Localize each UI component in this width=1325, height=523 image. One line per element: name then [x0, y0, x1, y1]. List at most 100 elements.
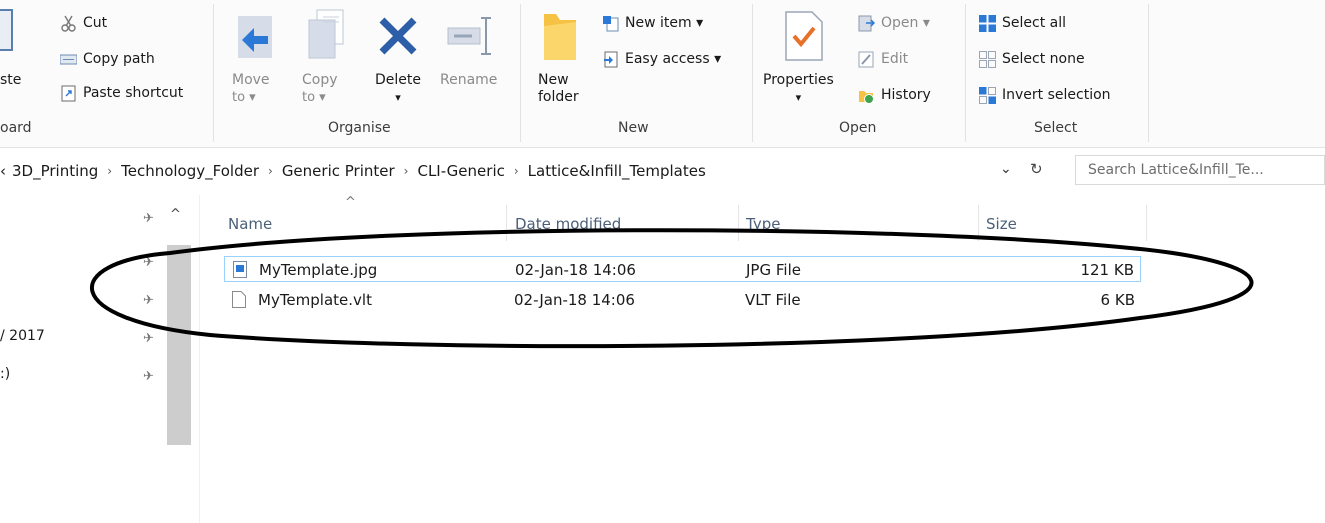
history-button[interactable]: History	[858, 84, 931, 106]
properties-icon[interactable]	[784, 10, 824, 62]
search-input[interactable]	[1075, 155, 1325, 185]
column-divider[interactable]	[738, 205, 739, 241]
new-item-icon	[602, 15, 619, 32]
new-item-button[interactable]: New item ▾	[602, 12, 703, 34]
breadcrumb-separator[interactable]: ›	[268, 164, 273, 178]
column-header-name[interactable]: Name	[228, 215, 272, 233]
select-none-label: Select none	[1002, 51, 1085, 67]
breadcrumb-item-cli-generic[interactable]: CLI-Generic	[417, 162, 504, 180]
properties-arrow: ▾	[795, 91, 802, 104]
nav-item[interactable]: :)	[0, 366, 10, 382]
easy-access-button[interactable]: Easy access ▾	[602, 48, 721, 70]
separator	[213, 4, 214, 142]
file-name: MyTemplate.jpg	[259, 261, 378, 279]
ribbon: ste Cut Copy path Paste shortcut oard Mo…	[0, 0, 1325, 148]
copy-to-label: Copy	[302, 72, 338, 88]
pin-icon[interactable]: ✈	[143, 293, 154, 308]
breadcrumb-item-3d-printing[interactable]: 3D_Printing	[12, 162, 98, 180]
paste-shortcut-icon	[60, 85, 77, 102]
folder-icon[interactable]	[538, 8, 582, 64]
edit-button[interactable]: Edit	[858, 48, 908, 70]
file-size: 6 KB	[1100, 291, 1135, 309]
copy-path-label: Copy path	[83, 51, 155, 67]
delete-label: Delete	[375, 72, 421, 88]
image-file-icon	[233, 261, 247, 278]
pin-icon[interactable]: ✈	[143, 255, 154, 270]
column-divider[interactable]	[506, 205, 507, 241]
column-header-type[interactable]: Type	[746, 215, 780, 233]
move-to-icon[interactable]	[234, 14, 278, 60]
select-all-icon	[979, 14, 996, 32]
easy-access-icon	[602, 51, 619, 68]
paste-shortcut-button[interactable]: Paste shortcut	[60, 82, 183, 104]
nav-item[interactable]: / 2017	[0, 328, 45, 344]
properties-label: Properties	[763, 72, 834, 88]
select-none-button[interactable]: Select none	[979, 48, 1085, 70]
breadcrumb-item-technology-folder[interactable]: Technology_Folder	[121, 162, 259, 180]
delete-button[interactable]: Delete ▾	[375, 72, 421, 106]
breadcrumb-separator[interactable]: ›	[107, 164, 112, 178]
delete-arrow: ▾	[395, 91, 401, 104]
file-type: VLT File	[745, 291, 801, 309]
cut-button[interactable]: Cut	[60, 12, 107, 34]
copy-to-icon[interactable]	[305, 8, 349, 60]
rename-button[interactable]: Rename	[440, 72, 497, 89]
pin-icon[interactable]: ✈	[143, 331, 154, 346]
column-header-size[interactable]: Size	[986, 215, 1017, 233]
open-group-label: Open	[839, 120, 877, 136]
blank-file-icon	[232, 291, 246, 308]
history-icon	[858, 87, 875, 104]
breadcrumb: ‹ 3D_Printing › Technology_Folder › Gene…	[0, 162, 706, 180]
paste-shortcut-label: Paste shortcut	[83, 85, 184, 101]
select-all-button[interactable]: Select all	[979, 12, 1066, 34]
file-row[interactable]: MyTemplate.vlt 02-Jan-18 14:06 VLT File …	[224, 287, 1141, 313]
invert-selection-label: Invert selection	[1002, 87, 1111, 103]
navigation-pane: ^ ✈ ✈ ✈ ✈ ✈ / 2017 :)	[0, 195, 200, 523]
paste-button[interactable]: ste	[0, 72, 21, 89]
copy-to-button[interactable]: Copy to ▾	[302, 72, 338, 106]
select-group-label: Select	[1034, 120, 1078, 136]
history-label: History	[881, 87, 931, 103]
sort-ascending-icon: ^	[345, 195, 356, 210]
paste-icon[interactable]	[0, 8, 14, 52]
invert-selection-button[interactable]: Invert selection	[979, 84, 1111, 106]
breadcrumb-overflow[interactable]: ‹	[0, 162, 6, 180]
new-group-label: New	[618, 120, 649, 136]
separator	[965, 4, 966, 142]
nav-scrollbar-thumb[interactable]	[167, 245, 191, 445]
move-to-label-2: to ▾	[232, 90, 256, 105]
delete-x-icon[interactable]	[378, 14, 418, 58]
clipboard-group-label: oard	[0, 120, 32, 136]
copy-path-button[interactable]: Copy path	[59, 48, 155, 70]
edit-icon	[858, 51, 875, 68]
breadcrumb-item-generic-printer[interactable]: Generic Printer	[282, 162, 395, 180]
scroll-up-arrow-icon[interactable]: ^	[170, 207, 181, 222]
invert-selection-icon	[979, 86, 996, 104]
pin-icon[interactable]: ✈	[143, 369, 154, 384]
file-type: JPG File	[746, 261, 801, 279]
open-label: Open ▾	[881, 15, 930, 31]
copy-path-icon	[59, 51, 78, 68]
breadcrumb-separator[interactable]: ›	[404, 164, 409, 178]
select-none-icon	[979, 50, 996, 68]
file-date: 02-Jan-18 14:06	[514, 291, 635, 309]
properties-button[interactable]: Properties ▾	[763, 72, 834, 106]
open-button[interactable]: Open ▾	[858, 12, 930, 34]
column-divider[interactable]	[1146, 205, 1147, 241]
file-row[interactable]: MyTemplate.jpg 02-Jan-18 14:06 JPG File …	[224, 256, 1141, 282]
address-bar: ‹ 3D_Printing › Technology_Folder › Gene…	[0, 152, 1325, 192]
address-history-dropdown-icon[interactable]: ⌄	[1000, 161, 1012, 177]
file-date: 02-Jan-18 14:06	[515, 261, 636, 279]
refresh-icon[interactable]: ↻	[1030, 160, 1043, 178]
rename-icon[interactable]	[446, 14, 496, 58]
column-divider[interactable]	[978, 205, 979, 241]
column-header-date-modified[interactable]: Date modified	[515, 215, 621, 233]
organise-group-label: Organise	[328, 120, 391, 136]
breadcrumb-item-lattice-infill-templates[interactable]: Lattice&Infill_Templates	[528, 162, 706, 180]
breadcrumb-separator[interactable]: ›	[514, 164, 519, 178]
select-all-label: Select all	[1002, 15, 1066, 31]
new-folder-button[interactable]: New folder	[538, 72, 579, 106]
pin-icon[interactable]: ✈	[143, 211, 154, 226]
move-to-button[interactable]: Move to ▾	[232, 72, 270, 106]
file-list: ^ Name Date modified Type Size MyTemplat…	[200, 195, 1325, 523]
